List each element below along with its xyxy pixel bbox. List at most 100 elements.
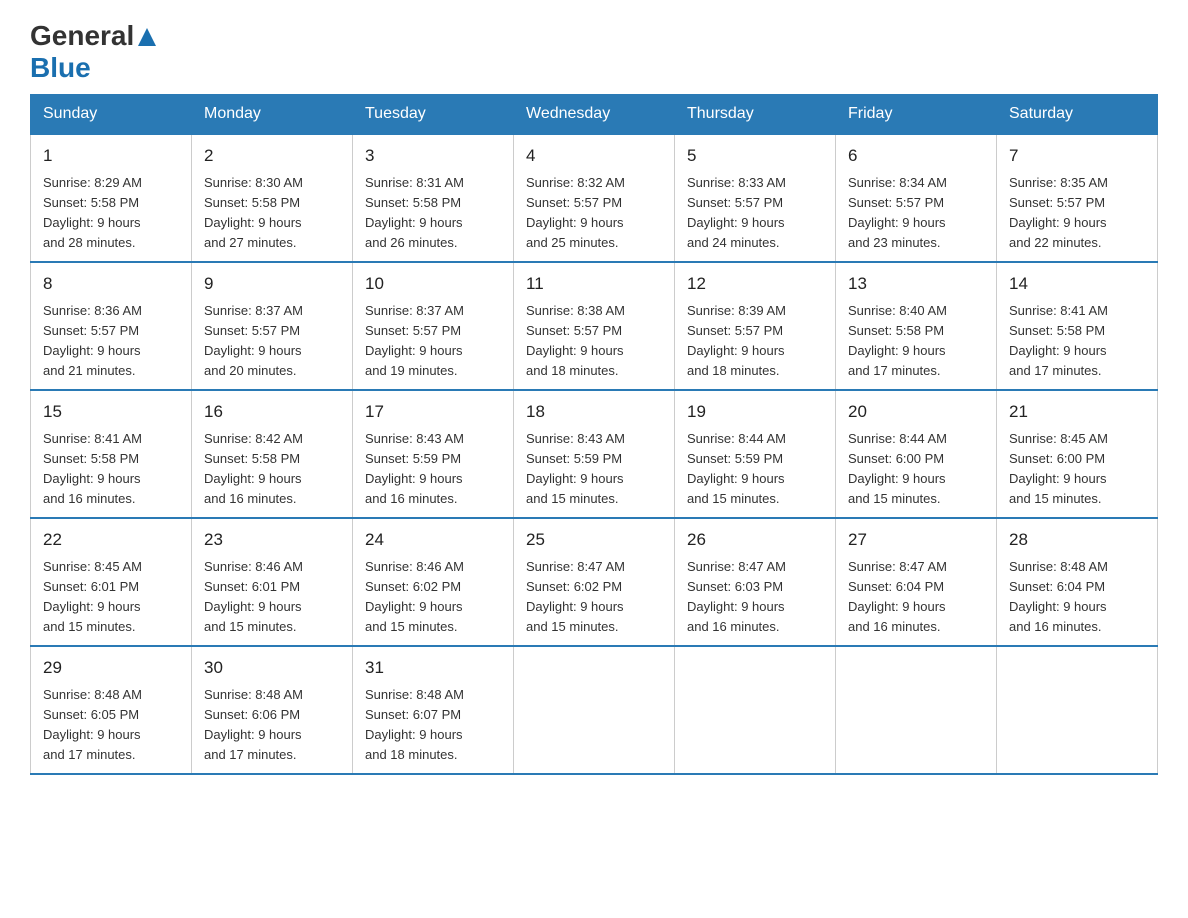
day-of-week-header: Sunday bbox=[31, 95, 192, 135]
day-number: 24 bbox=[365, 527, 501, 553]
day-number: 27 bbox=[848, 527, 984, 553]
calendar-week-row: 15 Sunrise: 8:41 AMSunset: 5:58 PMDayligh… bbox=[31, 390, 1158, 518]
calendar-cell: 24 Sunrise: 8:46 AMSunset: 6:02 PMDayligh… bbox=[353, 518, 514, 646]
day-info: Sunrise: 8:37 AMSunset: 5:57 PMDaylight:… bbox=[365, 301, 501, 382]
day-number: 16 bbox=[204, 399, 340, 425]
calendar-cell: 15 Sunrise: 8:41 AMSunset: 5:58 PMDayligh… bbox=[31, 390, 192, 518]
calendar-cell: 18 Sunrise: 8:43 AMSunset: 5:59 PMDayligh… bbox=[514, 390, 675, 518]
day-number: 25 bbox=[526, 527, 662, 553]
day-info: Sunrise: 8:46 AMSunset: 6:02 PMDaylight:… bbox=[365, 557, 501, 638]
day-info: Sunrise: 8:29 AMSunset: 5:58 PMDaylight:… bbox=[43, 173, 179, 254]
day-info: Sunrise: 8:31 AMSunset: 5:58 PMDaylight:… bbox=[365, 173, 501, 254]
day-number: 7 bbox=[1009, 143, 1145, 169]
day-info: Sunrise: 8:48 AMSunset: 6:06 PMDaylight:… bbox=[204, 685, 340, 766]
day-info: Sunrise: 8:39 AMSunset: 5:57 PMDaylight:… bbox=[687, 301, 823, 382]
calendar-cell: 26 Sunrise: 8:47 AMSunset: 6:03 PMDayligh… bbox=[675, 518, 836, 646]
day-info: Sunrise: 8:47 AMSunset: 6:02 PMDaylight:… bbox=[526, 557, 662, 638]
calendar-cell: 10 Sunrise: 8:37 AMSunset: 5:57 PMDayligh… bbox=[353, 262, 514, 390]
day-number: 10 bbox=[365, 271, 501, 297]
logo-general-text: General bbox=[30, 20, 134, 52]
calendar-cell: 20Sunrise: 8:44 AMSunset: 6:00 PMDayligh… bbox=[836, 390, 997, 518]
logo: General Blue bbox=[30, 20, 158, 84]
calendar-cell: 28 Sunrise: 8:48 AMSunset: 6:04 PMDayligh… bbox=[997, 518, 1158, 646]
day-number: 4 bbox=[526, 143, 662, 169]
day-number: 3 bbox=[365, 143, 501, 169]
day-info: Sunrise: 8:44 AMSunset: 5:59 PMDaylight:… bbox=[687, 429, 823, 510]
day-info: Sunrise: 8:37 AMSunset: 5:57 PMDaylight:… bbox=[204, 301, 340, 382]
day-info: Sunrise: 8:45 AMSunset: 6:00 PMDaylight:… bbox=[1009, 429, 1145, 510]
day-number: 12 bbox=[687, 271, 823, 297]
calendar-cell: 2 Sunrise: 8:30 AMSunset: 5:58 PMDaylight… bbox=[192, 134, 353, 262]
day-number: 26 bbox=[687, 527, 823, 553]
day-number: 8 bbox=[43, 271, 179, 297]
day-of-week-header: Saturday bbox=[997, 95, 1158, 135]
day-info: Sunrise: 8:47 AMSunset: 6:03 PMDaylight:… bbox=[687, 557, 823, 638]
day-number: 23 bbox=[204, 527, 340, 553]
day-number: 14 bbox=[1009, 271, 1145, 297]
day-info: Sunrise: 8:45 AMSunset: 6:01 PMDaylight:… bbox=[43, 557, 179, 638]
calendar-cell: 30Sunrise: 8:48 AMSunset: 6:06 PMDayligh… bbox=[192, 646, 353, 774]
day-number: 17 bbox=[365, 399, 501, 425]
calendar-cell: 16 Sunrise: 8:42 AMSunset: 5:58 PMDayligh… bbox=[192, 390, 353, 518]
day-of-week-header: Tuesday bbox=[353, 95, 514, 135]
calendar-cell: 5 Sunrise: 8:33 AMSunset: 5:57 PMDaylight… bbox=[675, 134, 836, 262]
calendar-cell: 14 Sunrise: 8:41 AMSunset: 5:58 PMDayligh… bbox=[997, 262, 1158, 390]
calendar-cell: 8Sunrise: 8:36 AMSunset: 5:57 PMDaylight… bbox=[31, 262, 192, 390]
day-info: Sunrise: 8:33 AMSunset: 5:57 PMDaylight:… bbox=[687, 173, 823, 254]
calendar-cell bbox=[997, 646, 1158, 774]
day-number: 13 bbox=[848, 271, 984, 297]
day-info: Sunrise: 8:48 AMSunset: 6:05 PMDaylight:… bbox=[43, 685, 179, 766]
day-info: Sunrise: 8:43 AMSunset: 5:59 PMDaylight:… bbox=[365, 429, 501, 510]
calendar-week-row: 29 Sunrise: 8:48 AMSunset: 6:05 PMDayligh… bbox=[31, 646, 1158, 774]
header-row: SundayMondayTuesdayWednesdayThursdayFrid… bbox=[31, 95, 1158, 135]
day-number: 29 bbox=[43, 655, 179, 681]
day-of-week-header: Wednesday bbox=[514, 95, 675, 135]
calendar-cell: 11 Sunrise: 8:38 AMSunset: 5:57 PMDayligh… bbox=[514, 262, 675, 390]
calendar-cell: 13 Sunrise: 8:40 AMSunset: 5:58 PMDayligh… bbox=[836, 262, 997, 390]
day-info: Sunrise: 8:41 AMSunset: 5:58 PMDaylight:… bbox=[1009, 301, 1145, 382]
day-info: Sunrise: 8:38 AMSunset: 5:57 PMDaylight:… bbox=[526, 301, 662, 382]
day-info: Sunrise: 8:30 AMSunset: 5:58 PMDaylight:… bbox=[204, 173, 340, 254]
day-info: Sunrise: 8:43 AMSunset: 5:59 PMDaylight:… bbox=[526, 429, 662, 510]
day-info: Sunrise: 8:41 AMSunset: 5:58 PMDaylight:… bbox=[43, 429, 179, 510]
day-of-week-header: Thursday bbox=[675, 95, 836, 135]
day-number: 2 bbox=[204, 143, 340, 169]
day-number: 1 bbox=[43, 143, 179, 169]
day-info: Sunrise: 8:48 AMSunset: 6:04 PMDaylight:… bbox=[1009, 557, 1145, 638]
calendar-week-row: 22Sunrise: 8:45 AMSunset: 6:01 PMDayligh… bbox=[31, 518, 1158, 646]
day-number: 20 bbox=[848, 399, 984, 425]
logo-blue-text: Blue bbox=[30, 52, 91, 83]
day-number: 19 bbox=[687, 399, 823, 425]
day-info: Sunrise: 8:40 AMSunset: 5:58 PMDaylight:… bbox=[848, 301, 984, 382]
day-info: Sunrise: 8:32 AMSunset: 5:57 PMDaylight:… bbox=[526, 173, 662, 254]
calendar-cell: 1 Sunrise: 8:29 AMSunset: 5:58 PMDaylight… bbox=[31, 134, 192, 262]
day-number: 21 bbox=[1009, 399, 1145, 425]
calendar-cell bbox=[675, 646, 836, 774]
calendar-cell: 6Sunrise: 8:34 AMSunset: 5:57 PMDaylight… bbox=[836, 134, 997, 262]
calendar-cell: 12 Sunrise: 8:39 AMSunset: 5:57 PMDayligh… bbox=[675, 262, 836, 390]
day-number: 11 bbox=[526, 271, 662, 297]
day-number: 18 bbox=[526, 399, 662, 425]
day-of-week-header: Monday bbox=[192, 95, 353, 135]
calendar-cell: 21 Sunrise: 8:45 AMSunset: 6:00 PMDayligh… bbox=[997, 390, 1158, 518]
calendar-cell: 29 Sunrise: 8:48 AMSunset: 6:05 PMDayligh… bbox=[31, 646, 192, 774]
calendar-cell bbox=[836, 646, 997, 774]
calendar-cell: 31Sunrise: 8:48 AMSunset: 6:07 PMDayligh… bbox=[353, 646, 514, 774]
day-info: Sunrise: 8:34 AMSunset: 5:57 PMDaylight:… bbox=[848, 173, 984, 254]
day-info: Sunrise: 8:35 AMSunset: 5:57 PMDaylight:… bbox=[1009, 173, 1145, 254]
day-number: 5 bbox=[687, 143, 823, 169]
day-number: 28 bbox=[1009, 527, 1145, 553]
day-info: Sunrise: 8:42 AMSunset: 5:58 PMDaylight:… bbox=[204, 429, 340, 510]
calendar-cell: 25 Sunrise: 8:47 AMSunset: 6:02 PMDayligh… bbox=[514, 518, 675, 646]
day-number: 15 bbox=[43, 399, 179, 425]
calendar-cell: 17 Sunrise: 8:43 AMSunset: 5:59 PMDayligh… bbox=[353, 390, 514, 518]
calendar-cell: 7 Sunrise: 8:35 AMSunset: 5:57 PMDaylight… bbox=[997, 134, 1158, 262]
calendar-cell: 27Sunrise: 8:47 AMSunset: 6:04 PMDayligh… bbox=[836, 518, 997, 646]
calendar-cell: 9Sunrise: 8:37 AMSunset: 5:57 PMDaylight… bbox=[192, 262, 353, 390]
calendar-cell: 3 Sunrise: 8:31 AMSunset: 5:58 PMDaylight… bbox=[353, 134, 514, 262]
calendar-cell bbox=[514, 646, 675, 774]
calendar-cell: 23Sunrise: 8:46 AMSunset: 6:01 PMDayligh… bbox=[192, 518, 353, 646]
calendar-cell: 22Sunrise: 8:45 AMSunset: 6:01 PMDayligh… bbox=[31, 518, 192, 646]
calendar-cell: 4 Sunrise: 8:32 AMSunset: 5:57 PMDaylight… bbox=[514, 134, 675, 262]
logo-triangle-icon bbox=[136, 26, 158, 48]
